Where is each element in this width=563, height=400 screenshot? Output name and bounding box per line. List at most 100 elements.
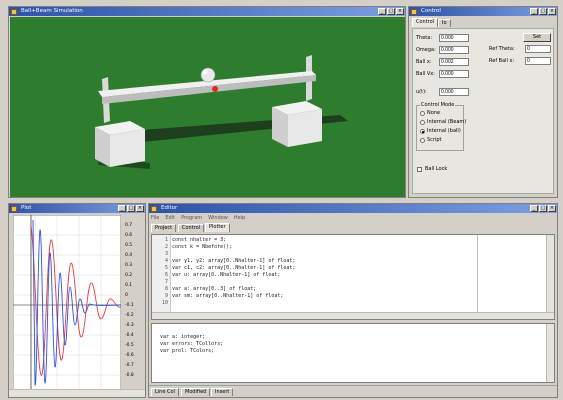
radio-none[interactable] [420, 111, 425, 116]
minimize-button[interactable]: _ [530, 205, 538, 212]
editor-tabstrip: Project Control Plotter [151, 223, 351, 233]
code-vscroll[interactable] [546, 235, 554, 319]
line-number: 5 [164, 265, 168, 271]
output-pane[interactable]: var a: integer; var errors: TCollors; va… [151, 323, 555, 383]
app-icon [11, 8, 17, 15]
output-line: var errors: TCollors; [160, 341, 224, 347]
ref-theta-field[interactable]: 0 [525, 45, 551, 53]
app-icon [411, 8, 417, 15]
plot-canvas[interactable] [13, 215, 121, 390]
right-base-side [288, 109, 322, 147]
line-number: 3 [164, 251, 168, 257]
status-insert: Insert [211, 388, 234, 396]
menu-help[interactable]: Help [234, 214, 245, 222]
maximize-button[interactable]: □ [539, 8, 547, 15]
line-number: 9 [164, 293, 168, 299]
menu-program[interactable]: Program [181, 214, 202, 222]
minimize-button[interactable]: _ [530, 8, 538, 15]
ref-ball-x-field[interactable]: 0 [525, 57, 551, 65]
maximize-button[interactable]: □ [387, 8, 395, 15]
menu-edit[interactable]: Edit [165, 214, 175, 222]
tab-io[interactable]: Io [438, 19, 451, 27]
y-tick: 0.3 [125, 263, 133, 268]
simulation-titlebar[interactable]: Ball+Beam Simulation _ □ × [9, 7, 405, 16]
y-tick: 0.5 [125, 243, 133, 248]
control-panel: Theta: 0.000 Omega: 0.000 Ball x: 0.002 … [412, 28, 554, 194]
radio-internal-ball[interactable] [420, 129, 425, 134]
ut-field[interactable]: 0.000 [439, 88, 469, 96]
close-button[interactable]: × [548, 205, 556, 212]
left-base-side [110, 129, 145, 167]
minimize-button[interactable]: _ [118, 205, 126, 212]
editor-statusbar: Line Col Modified Insert [149, 385, 557, 397]
radio-internal-beam[interactable] [420, 120, 425, 125]
minimize-button[interactable]: _ [378, 8, 386, 15]
theta-field[interactable]: 0.000 [439, 34, 469, 42]
menu-window[interactable]: Window [208, 214, 228, 222]
plot-hscroll[interactable] [9, 389, 145, 397]
window-buttons: _ □ × [118, 205, 144, 212]
maximize-button[interactable]: □ [127, 205, 135, 212]
omega-label: Omega: [416, 47, 436, 53]
control-mode-group: Control Mode None Internal (Beam) Intern… [416, 102, 467, 151]
code-margin-line [477, 235, 478, 313]
window-buttons: _ □ × [530, 205, 556, 212]
y-tick: -0.2 [125, 313, 134, 318]
y-tick: 0.4 [125, 253, 133, 258]
close-button[interactable]: × [548, 8, 556, 15]
code-line: var sm: array[0..Nhalter-1] of float; [172, 293, 284, 299]
close-button[interactable]: × [136, 205, 144, 212]
ball-lock-label: Ball Lock [425, 166, 448, 172]
y-tick: 0.2 [125, 273, 133, 278]
control-titlebar[interactable]: Control _ □ × [409, 7, 557, 16]
simulation-viewport[interactable] [10, 17, 405, 197]
theta-label: Theta: [416, 35, 433, 41]
maximize-button[interactable]: □ [539, 205, 547, 212]
plot-title: Plot [21, 205, 32, 211]
plot-y-ticks: 0.7 0.6 0.5 0.4 0.3 0.2 0.1 0 -0.1 -0.2 … [123, 215, 143, 390]
app-icon [11, 205, 17, 212]
editor-window: Editor _ □ × File Edit Program Window He… [148, 203, 558, 398]
y-tick: 0.7 [125, 223, 133, 228]
simulation-title: Ball+Beam Simulation [21, 8, 83, 14]
omega-field[interactable]: 0.000 [439, 46, 469, 54]
ball-lock-checkbox[interactable] [417, 167, 422, 172]
line-number: 4 [164, 258, 168, 264]
plot-titlebar[interactable]: Plot _ □ × [9, 204, 145, 213]
radio-internal-beam-label: Internal (Beam) [427, 119, 467, 125]
y-tick: -0.5 [125, 343, 134, 348]
editor-titlebar[interactable]: Editor _ □ × [149, 204, 557, 213]
status-line-col: Line Col [151, 388, 179, 396]
radio-script[interactable] [420, 138, 425, 143]
code-line: var y1, y2: array[0..Nhalter-1] of float… [172, 258, 296, 264]
close-button[interactable]: × [396, 8, 404, 15]
tab-project[interactable]: Project [151, 224, 177, 232]
simulation-window: Ball+Beam Simulation _ □ × [8, 6, 406, 198]
output-vscroll[interactable] [546, 324, 554, 382]
code-line: const k = Nbefore(); [172, 244, 233, 250]
ball-vx-label: Ball Vx: [416, 71, 435, 77]
app-icon [151, 205, 157, 212]
y-tick: 0 [125, 293, 128, 298]
tab-control[interactable]: Control [178, 224, 205, 232]
code-hscroll[interactable] [152, 312, 554, 319]
menu-file[interactable]: File [151, 214, 159, 222]
set-button[interactable]: Set [523, 33, 551, 42]
ball-vx-field[interactable]: 0.000 [439, 70, 469, 78]
code-line: const nhalter = 3; [172, 237, 227, 243]
tab-control[interactable]: Control [412, 18, 439, 27]
output-line: var a: integer; [160, 334, 206, 340]
code-editor[interactable]: 1 const nhalter = 3; 2 const k = Nbefore… [151, 234, 555, 320]
line-number: 1 [164, 237, 168, 243]
control-window: Control _ □ × Control Io Theta: 0.000 Om… [408, 6, 558, 198]
radio-internal-ball-label: Internal (ball) [427, 128, 461, 134]
pivot-marker [212, 86, 218, 92]
code-line: var c1, c2: array[0..Nhalter-1] of float… [172, 265, 296, 271]
ball-x-field[interactable]: 0.002 [439, 58, 469, 66]
code-line: var a: array[0..3] of float; [172, 286, 257, 292]
output-line: var prol: TColors; [160, 348, 215, 354]
control-mode-title: Control Mode [420, 102, 456, 108]
tab-plotter[interactable]: Plotter [205, 223, 230, 232]
window-buttons: _ □ × [378, 8, 404, 15]
ut-label: u(t): [416, 89, 427, 95]
